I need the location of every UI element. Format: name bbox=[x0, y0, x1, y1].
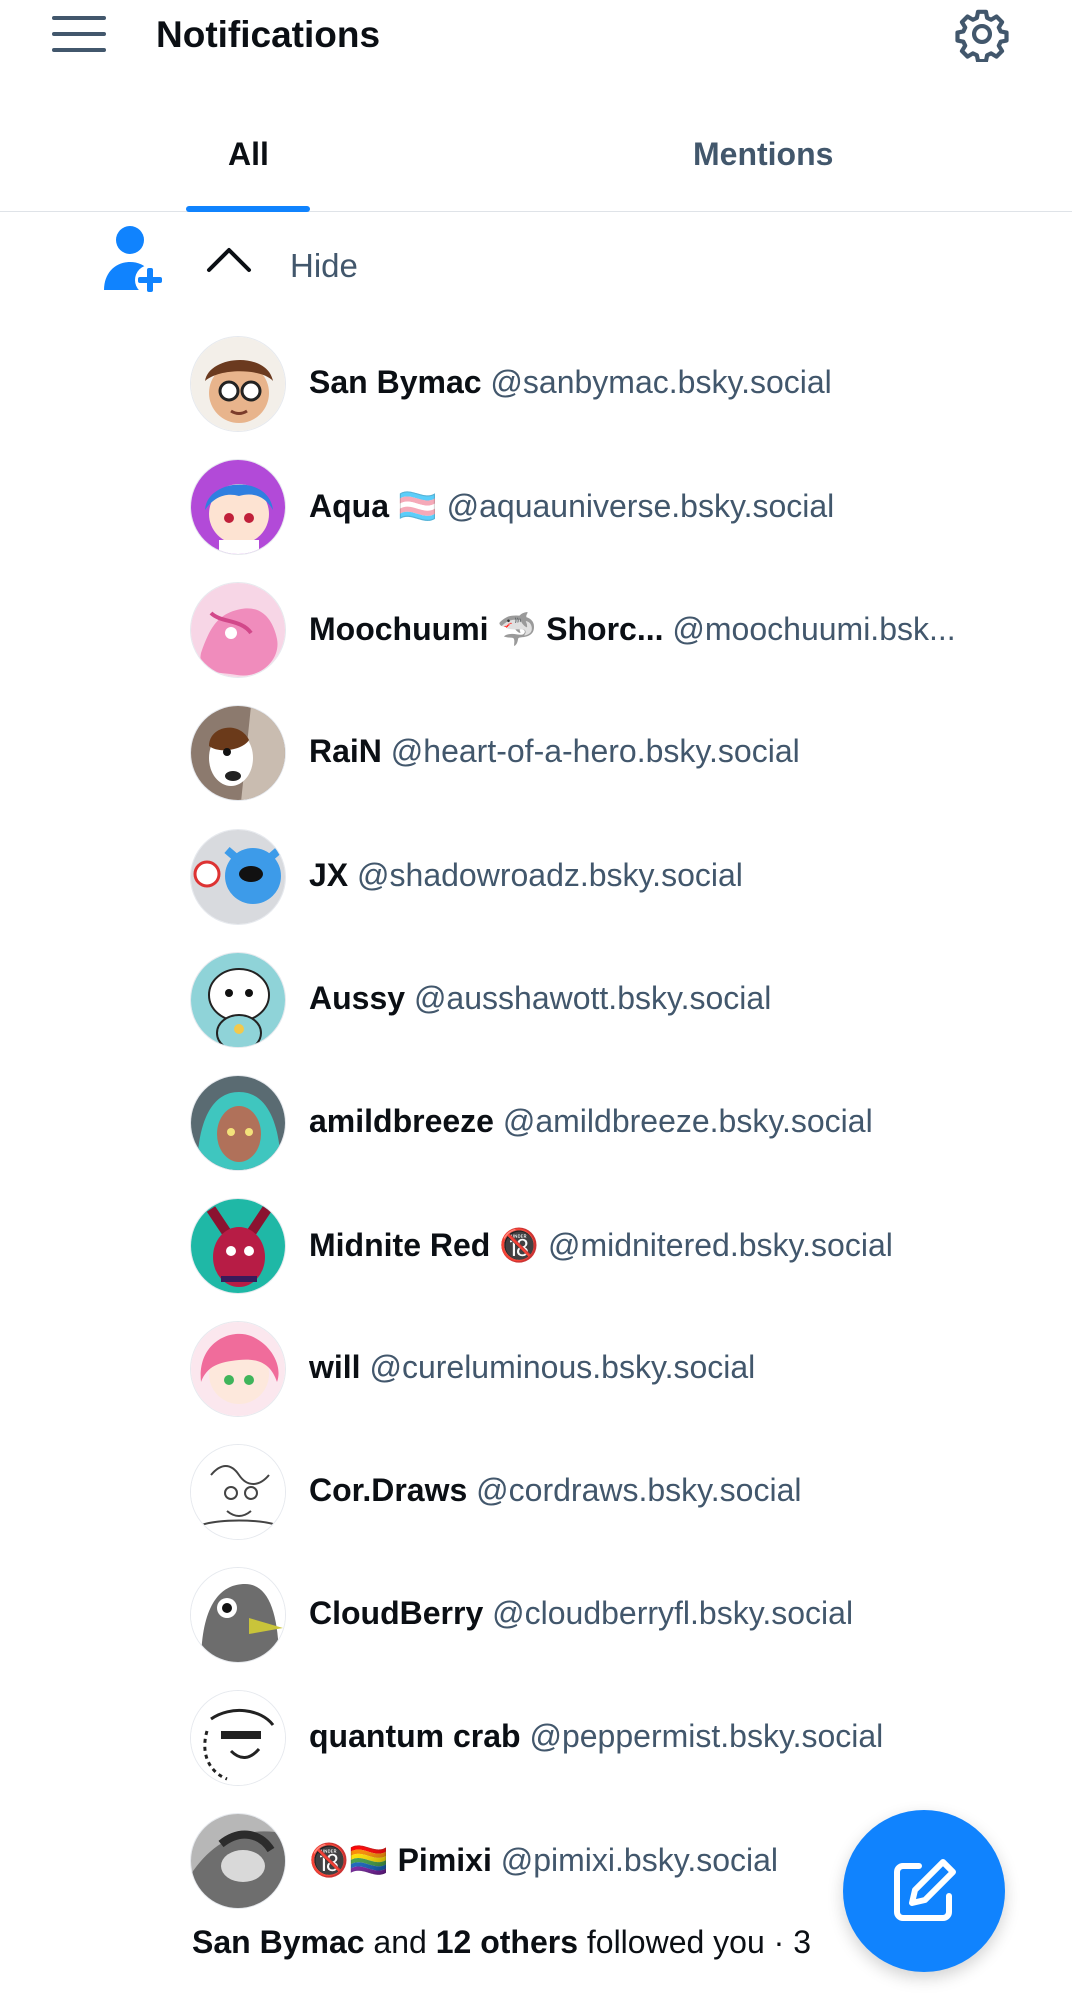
active-tab-indicator bbox=[186, 206, 310, 212]
follower-handle: @aquauniverse.bsky.social bbox=[446, 488, 835, 524]
follower-name: Aqua 🏳️‍⚧️ bbox=[309, 488, 438, 524]
follower-name: Moochuumi 🦈 Shorc... bbox=[309, 611, 664, 647]
top-bar: Notifications bbox=[0, 0, 1072, 70]
avatar[interactable] bbox=[190, 1198, 286, 1294]
list-item[interactable]: JX @shadowroadz.bsky.social bbox=[0, 829, 1072, 929]
follower-name: JX bbox=[309, 857, 349, 893]
follower-handle: @amildbreeze.bsky.social bbox=[502, 1103, 873, 1139]
avatar[interactable] bbox=[190, 1321, 286, 1417]
follower-handle: @cordraws.bsky.social bbox=[476, 1472, 802, 1508]
list-item[interactable]: Cor.Draws @cordraws.bsky.social bbox=[0, 1444, 1072, 1544]
avatar[interactable] bbox=[190, 952, 286, 1048]
follower-handle: @cloudberryfl.bsky.social bbox=[492, 1595, 854, 1631]
avatar[interactable] bbox=[190, 1075, 286, 1171]
avatar[interactable] bbox=[190, 705, 286, 801]
follower-name: CloudBerry bbox=[309, 1595, 484, 1631]
follower-handle: @pimixi.bsky.social bbox=[500, 1842, 779, 1878]
avatar[interactable] bbox=[190, 1444, 286, 1540]
follower-name: Cor.Draws bbox=[309, 1472, 468, 1508]
avatar[interactable] bbox=[190, 582, 286, 678]
list-item[interactable]: Moochuumi 🦈 Shorc... @moochuumi.bsk... bbox=[0, 582, 1072, 682]
hamburger-menu-icon[interactable] bbox=[50, 12, 110, 56]
compose-button[interactable] bbox=[843, 1810, 1005, 1972]
list-item[interactable]: will @cureluminous.bsky.social bbox=[0, 1321, 1072, 1421]
list-item[interactable]: CloudBerry @cloudberryfl.bsky.social bbox=[0, 1567, 1072, 1667]
follow-group-header: Hide bbox=[0, 218, 1072, 318]
avatar[interactable] bbox=[190, 1813, 286, 1909]
follower-name: quantum crab bbox=[309, 1718, 521, 1754]
follower-name: Midnite Red 🔞 bbox=[309, 1227, 540, 1263]
summary-others: 12 others bbox=[435, 1924, 578, 1960]
notification-tabs: All Mentions bbox=[0, 110, 1072, 212]
follower-name: RaiN bbox=[309, 733, 382, 769]
avatar[interactable] bbox=[190, 829, 286, 925]
follower-handle: @shadowroadz.bsky.social bbox=[357, 857, 743, 893]
summary-first-name[interactable]: San Bymac bbox=[192, 1924, 365, 1960]
list-item[interactable]: amildbreeze @amildbreeze.bsky.social bbox=[0, 1075, 1072, 1175]
follower-name: will bbox=[309, 1349, 361, 1385]
follower-name: Aussy bbox=[309, 980, 406, 1016]
list-item[interactable]: Midnite Red 🔞 @midnitered.bsky.social bbox=[0, 1198, 1072, 1298]
gear-icon[interactable] bbox=[954, 6, 1010, 64]
list-item[interactable]: Aussy @ausshawott.bsky.social bbox=[0, 952, 1072, 1052]
list-item[interactable]: quantum crab @peppermist.bsky.social bbox=[0, 1690, 1072, 1790]
follower-name: 🔞🏳️‍🌈 Pimixi bbox=[309, 1842, 492, 1878]
summary-and: and bbox=[364, 1924, 436, 1960]
summary-action: followed you · 3 bbox=[577, 1924, 811, 1960]
follower-name: amildbreeze bbox=[309, 1103, 494, 1139]
avatar[interactable] bbox=[190, 459, 286, 555]
tab-mentions[interactable]: Mentions bbox=[693, 136, 833, 173]
compose-icon bbox=[894, 1859, 956, 1921]
follower-name: San Bymac bbox=[309, 364, 482, 400]
avatar[interactable] bbox=[190, 1567, 286, 1663]
person-add-icon bbox=[100, 224, 168, 298]
follower-handle: @sanbymac.bsky.social bbox=[490, 364, 832, 400]
page-title: Notifications bbox=[156, 14, 381, 55]
follower-handle: @peppermist.bsky.social bbox=[529, 1718, 884, 1754]
hide-toggle-label[interactable]: Hide bbox=[290, 247, 358, 285]
list-item[interactable]: Aqua 🏳️‍⚧️ @aquauniverse.bsky.social bbox=[0, 459, 1072, 559]
tab-all[interactable]: All bbox=[228, 136, 269, 173]
follower-handle: @heart-of-a-hero.bsky.social bbox=[390, 733, 800, 769]
avatar[interactable] bbox=[190, 336, 286, 432]
list-item[interactable]: RaiN @heart-of-a-hero.bsky.social bbox=[0, 705, 1072, 805]
follower-handle: @midnitered.bsky.social bbox=[547, 1227, 893, 1263]
follower-handle: @ausshawott.bsky.social bbox=[413, 980, 772, 1016]
follower-handle: @cureluminous.bsky.social bbox=[369, 1349, 756, 1385]
chevron-up-icon[interactable] bbox=[205, 244, 253, 274]
avatar[interactable] bbox=[190, 1690, 286, 1786]
follower-handle: @moochuumi.bsk... bbox=[672, 611, 956, 647]
list-item[interactable]: San Bymac @sanbymac.bsky.social bbox=[0, 336, 1072, 436]
